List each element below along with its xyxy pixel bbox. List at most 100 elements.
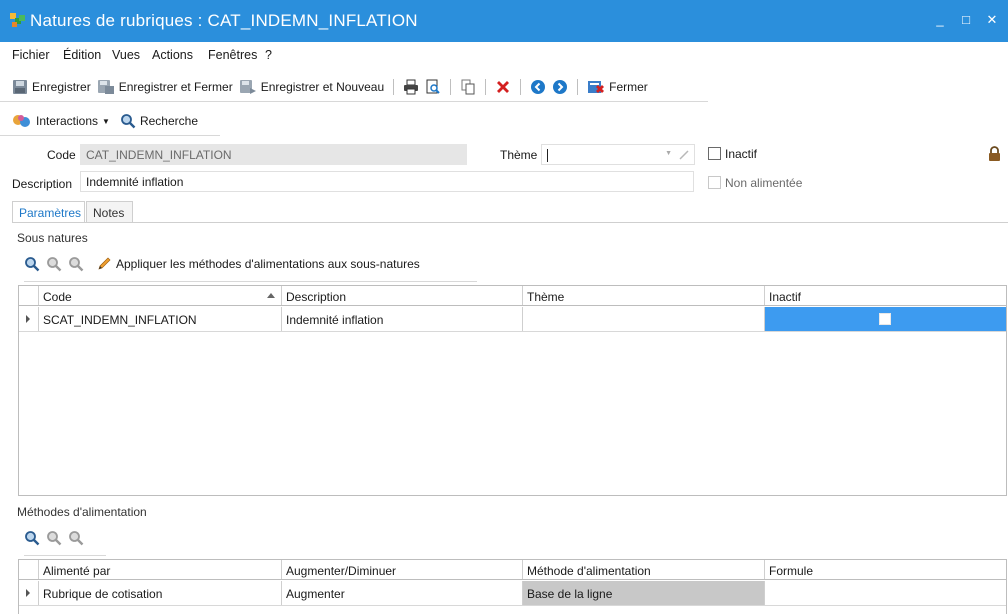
app-icon [10,13,25,27]
tab-parametres[interactable]: Paramètres [12,201,85,223]
column-header-inactif[interactable]: Inactif [765,286,1006,305]
non-alimentee-label: Non alimentée [725,176,803,190]
search-icon[interactable] [24,256,40,272]
search-icon[interactable] [24,530,40,546]
save-close-button[interactable]: Enregistrer et Fermer [97,79,233,95]
theme-combobox[interactable]: ▼ [541,144,695,165]
inactif-row-checkbox[interactable] [879,313,891,325]
cell-description[interactable]: Indemnité inflation [282,307,523,331]
non-alimentee-checkbox[interactable] [708,176,721,189]
cell-alimente-par[interactable]: Rubrique de cotisation [39,581,282,605]
search-icon [121,114,136,129]
column-header-methode[interactable]: Méthode d'alimentation [523,560,765,579]
interactions-icon [13,115,30,127]
sous-natures-title: Sous natures [17,231,88,245]
toolbar-separator [520,79,522,95]
search-button[interactable]: Recherche [120,113,198,129]
tab-panel-border [12,222,1008,223]
code-field[interactable]: CAT_INDEMN_INFLATION [80,144,467,165]
methodes-title: Méthodes d'alimentation [17,505,147,519]
close-window-button[interactable]: ✕ [986,12,998,28]
column-header-code[interactable]: Code [39,286,282,305]
menu-actions[interactable]: Actions [152,48,193,62]
menu-edition[interactable]: Édition [63,48,101,62]
delete-icon [497,81,510,93]
apply-methods-button[interactable]: Appliquer les méthodes d'alimentations a… [96,256,420,272]
row-arrow-icon [26,315,30,323]
pencil-icon [98,257,111,270]
interactions-dropdown[interactable]: Interactions ▼ [12,113,110,129]
description-label: Description [12,177,73,191]
save-new-button[interactable]: Enregistrer et Nouveau [239,79,384,95]
menu-help[interactable]: ? [265,48,272,62]
menu-fichier[interactable]: Fichier [12,48,50,62]
toolbar-separator [485,79,487,95]
edit-pencil-icon[interactable] [678,149,690,161]
print-preview-button[interactable] [425,79,441,95]
column-header-theme[interactable]: Thème [523,286,765,305]
menu-vues[interactable]: Vues [112,48,140,62]
cell-methode[interactable]: Base de la ligne [523,581,765,605]
printer-icon [404,79,419,95]
copy-button[interactable] [460,79,476,95]
maximize-button[interactable]: □ [960,12,972,28]
previous-button[interactable] [530,79,546,95]
column-header-alimente-par[interactable]: Alimenté par [39,560,282,579]
print-button[interactable] [403,79,419,95]
cell-formule[interactable] [765,581,1006,605]
column-header-description[interactable]: Description [282,286,523,305]
toolbar-separator [450,79,452,95]
description-field[interactable]: Indemnité inflation [80,171,694,192]
save-close-icon [97,80,114,94]
grid-header: Alimenté par Augmenter/Diminuer Méthode … [19,560,1006,580]
column-header-formule[interactable]: Formule [765,560,1006,579]
menu-fenetres[interactable]: Fenêtres [208,48,257,62]
arrow-left-icon [531,80,546,94]
cell-code[interactable]: SCAT_INDEMN_INFLATION [39,307,282,331]
next-button[interactable] [552,79,568,95]
copy-icon [461,79,475,95]
cell-theme[interactable] [523,307,765,331]
cell-inactif[interactable] [765,307,1006,331]
inactif-checkbox[interactable] [708,147,721,160]
main-toolbar: Enregistrer Enregistrer et Fermer Enregi… [12,74,648,100]
save-new-icon [239,80,256,94]
dropdown-caret-icon: ▼ [102,116,110,126]
methodes-toolbar [24,530,84,546]
column-header-augmenter-diminuer[interactable]: Augmenter/Diminuer [282,560,523,579]
sous-natures-toolbar: Appliquer les méthodes d'alimentations a… [24,256,420,272]
row-header-corner [19,560,39,579]
sous-natures-toolbar-divider [24,281,477,282]
cell-augmenter-diminuer[interactable]: Augmenter [282,581,523,605]
text-caret [547,149,548,163]
search-disabled-icon[interactable] [46,256,62,272]
title-bar: Natures de rubriques : CAT_INDEMN_INFLAT… [0,0,1008,42]
save-button[interactable]: Enregistrer [12,79,91,95]
close-form-icon [588,81,605,93]
search-disabled-icon[interactable] [68,530,84,546]
row-header-corner [19,286,39,305]
table-row[interactable]: Rubrique de cotisation Augmenter Base de… [19,581,1006,606]
arrow-right-icon [553,80,568,94]
sous-natures-grid: Code Description Thème Inactif SCAT_INDE… [18,285,1007,496]
search-disabled-icon[interactable] [46,530,62,546]
toolbar-divider [0,101,708,102]
tab-notes[interactable]: Notes [86,201,133,223]
minimize-button[interactable]: _ [934,12,946,28]
toolbar-separator [393,79,395,95]
toolbar2-divider [0,135,220,136]
theme-label: Thème [500,148,538,162]
lock-icon [989,146,1000,161]
grid-header: Code Description Thème Inactif [19,286,1006,306]
toolbar-separator [577,79,579,95]
row-indicator[interactable] [19,581,39,605]
row-arrow-icon [26,589,30,597]
close-form-button[interactable]: Fermer [587,79,648,95]
search-disabled-icon[interactable] [68,256,84,272]
methodes-grid: Alimenté par Augmenter/Diminuer Méthode … [18,559,1007,614]
code-label: Code [47,148,76,162]
dropdown-caret-icon[interactable]: ▼ [665,150,672,157]
delete-button[interactable] [495,79,511,95]
row-indicator[interactable] [19,307,39,331]
table-row[interactable]: SCAT_INDEMN_INFLATION Indemnité inflatio… [19,307,1006,332]
